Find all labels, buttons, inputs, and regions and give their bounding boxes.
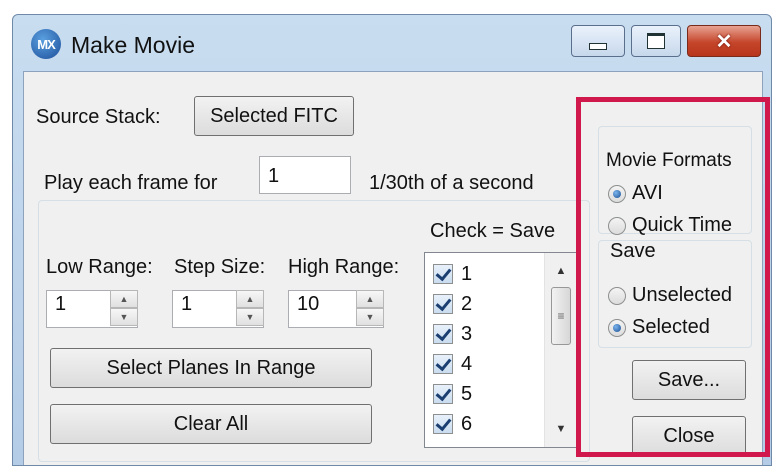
- spin-up-icon[interactable]: ▲: [236, 290, 264, 308]
- source-stack-label: Source Stack:: [36, 106, 161, 128]
- step-size-value: 1: [181, 293, 193, 315]
- plane-item-4[interactable]: 4: [433, 349, 472, 379]
- close-window-button[interactable]: ✕: [687, 25, 761, 57]
- plane-item-label: 3: [461, 322, 473, 345]
- low-range-label: Low Range:: [46, 256, 153, 278]
- save-unselected-label: Unselected: [632, 284, 733, 306]
- plane-item-label: 6: [461, 412, 473, 435]
- checkbox-checked-icon[interactable]: [433, 354, 453, 374]
- movie-formats-title: Movie Formats: [606, 150, 732, 171]
- save-unselected-radio[interactable]: Unselected: [608, 284, 732, 307]
- plane-item-2[interactable]: 2: [433, 289, 472, 319]
- radio-selected-icon[interactable]: [608, 318, 626, 337]
- plane-item-label: 5: [461, 382, 473, 405]
- format-avi-label: AVI: [632, 182, 663, 204]
- save-selected-label: Selected: [632, 316, 710, 338]
- save-selected-radio[interactable]: Selected: [608, 316, 710, 339]
- frame-duration-input[interactable]: [259, 156, 351, 194]
- radio-unselected-icon[interactable]: [608, 286, 626, 305]
- step-size-spinner[interactable]: 1 ▲ ▼: [172, 290, 264, 328]
- spin-down-icon[interactable]: ▼: [110, 308, 138, 326]
- planes-scrollbar[interactable]: ▲ ≡ ▼: [544, 253, 577, 447]
- close-icon: ✕: [715, 30, 733, 53]
- format-avi-radio[interactable]: AVI: [608, 182, 663, 205]
- scroll-thumb[interactable]: ≡: [551, 287, 571, 345]
- checkbox-checked-icon[interactable]: [433, 384, 453, 404]
- checkbox-checked-icon[interactable]: [433, 414, 453, 434]
- plane-item-6[interactable]: 6: [433, 409, 472, 439]
- spin-down-icon[interactable]: ▼: [236, 308, 264, 326]
- plane-item-label: 1: [461, 262, 473, 285]
- radio-unselected-icon[interactable]: [608, 216, 626, 235]
- low-range-stepper[interactable]: ▲ ▼: [110, 290, 138, 328]
- maximize-icon: [647, 33, 665, 49]
- high-range-spinner[interactable]: 10 ▲ ▼: [288, 290, 384, 328]
- plane-item-label: 2: [461, 292, 473, 315]
- plane-item-1[interactable]: 1: [433, 259, 472, 289]
- close-button[interactable]: Close: [632, 416, 746, 456]
- high-range-value: 10: [297, 293, 320, 315]
- checkbox-checked-icon[interactable]: [433, 264, 453, 284]
- scroll-up-icon[interactable]: ▲: [545, 257, 577, 285]
- dialog-body: Source Stack: Selected FITC Play each fr…: [23, 71, 763, 465]
- clear-all-button[interactable]: Clear All: [50, 404, 372, 444]
- window-title: Make Movie: [71, 32, 195, 58]
- save-button[interactable]: Save...: [632, 360, 746, 400]
- check-save-label: Check = Save: [430, 220, 556, 242]
- planes-checklist[interactable]: 1 2 3 4 5 6 ▲ ≡ ▼: [424, 252, 578, 448]
- low-range-spinner[interactable]: 1 ▲ ▼: [46, 290, 138, 328]
- grip-icon: ≡: [557, 309, 565, 323]
- maximize-button[interactable]: [631, 25, 681, 57]
- checkbox-checked-icon[interactable]: [433, 324, 453, 344]
- format-quicktime-radio[interactable]: Quick Time: [608, 214, 732, 237]
- minimize-icon: [589, 42, 607, 50]
- scroll-down-icon[interactable]: ▼: [545, 415, 577, 443]
- spin-down-icon[interactable]: ▼: [356, 308, 384, 326]
- make-movie-window: MX Make Movie ✕ Source Stack: Selected F…: [12, 14, 772, 466]
- app-icon: MX: [31, 29, 61, 59]
- app-icon-text: MX: [37, 36, 55, 52]
- title-bar[interactable]: MX Make Movie ✕: [13, 15, 771, 69]
- source-stack-button[interactable]: Selected FITC: [194, 96, 354, 136]
- checkbox-checked-icon[interactable]: [433, 294, 453, 314]
- spin-up-icon[interactable]: ▲: [110, 290, 138, 308]
- play-frame-label: Play each frame for: [44, 172, 218, 194]
- radio-selected-icon[interactable]: [608, 184, 626, 203]
- plane-item-5[interactable]: 5: [433, 379, 472, 409]
- minimize-button[interactable]: [571, 25, 625, 57]
- step-size-stepper[interactable]: ▲ ▼: [236, 290, 264, 328]
- format-quicktime-label: Quick Time: [632, 214, 733, 236]
- plane-item-3[interactable]: 3: [433, 319, 472, 349]
- low-range-value: 1: [55, 293, 67, 315]
- frame-unit-label: 1/30th of a second: [369, 172, 534, 194]
- high-range-stepper[interactable]: ▲ ▼: [356, 290, 384, 328]
- select-planes-button[interactable]: Select Planes In Range: [50, 348, 372, 388]
- plane-item-label: 4: [461, 352, 473, 375]
- spin-up-icon[interactable]: ▲: [356, 290, 384, 308]
- save-group-title: Save: [610, 240, 656, 262]
- high-range-label: High Range:: [288, 256, 400, 278]
- step-size-label: Step Size:: [174, 256, 266, 278]
